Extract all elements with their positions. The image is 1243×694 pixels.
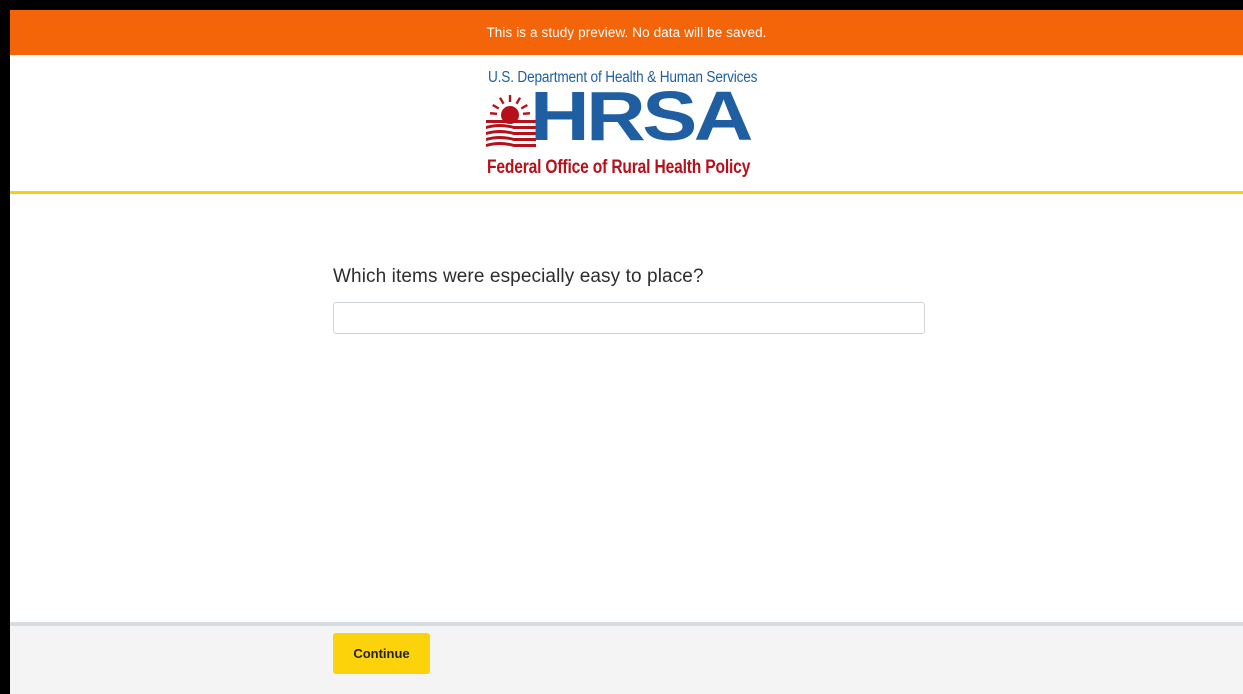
logo-office-text: Federal Office of Rural Health Policy bbox=[487, 157, 751, 178]
hrsa-logo: U.S. Department of Health & Human Servic… bbox=[484, 69, 776, 185]
logo-agency-text: HRSA bbox=[530, 77, 753, 155]
header: U.S. Department of Health & Human Servic… bbox=[10, 55, 1243, 194]
study-frame: This is a study preview. No data will be… bbox=[10, 10, 1243, 694]
preview-banner: This is a study preview. No data will be… bbox=[10, 10, 1243, 55]
continue-button[interactable]: Continue bbox=[333, 633, 430, 674]
preview-banner-text: This is a study preview. No data will be… bbox=[486, 25, 767, 40]
answer-input[interactable] bbox=[333, 302, 925, 334]
main-content: Which items were especially easy to plac… bbox=[10, 194, 1243, 624]
question-label: Which items were especially easy to plac… bbox=[333, 266, 704, 287]
footer: Continue bbox=[10, 622, 1243, 694]
